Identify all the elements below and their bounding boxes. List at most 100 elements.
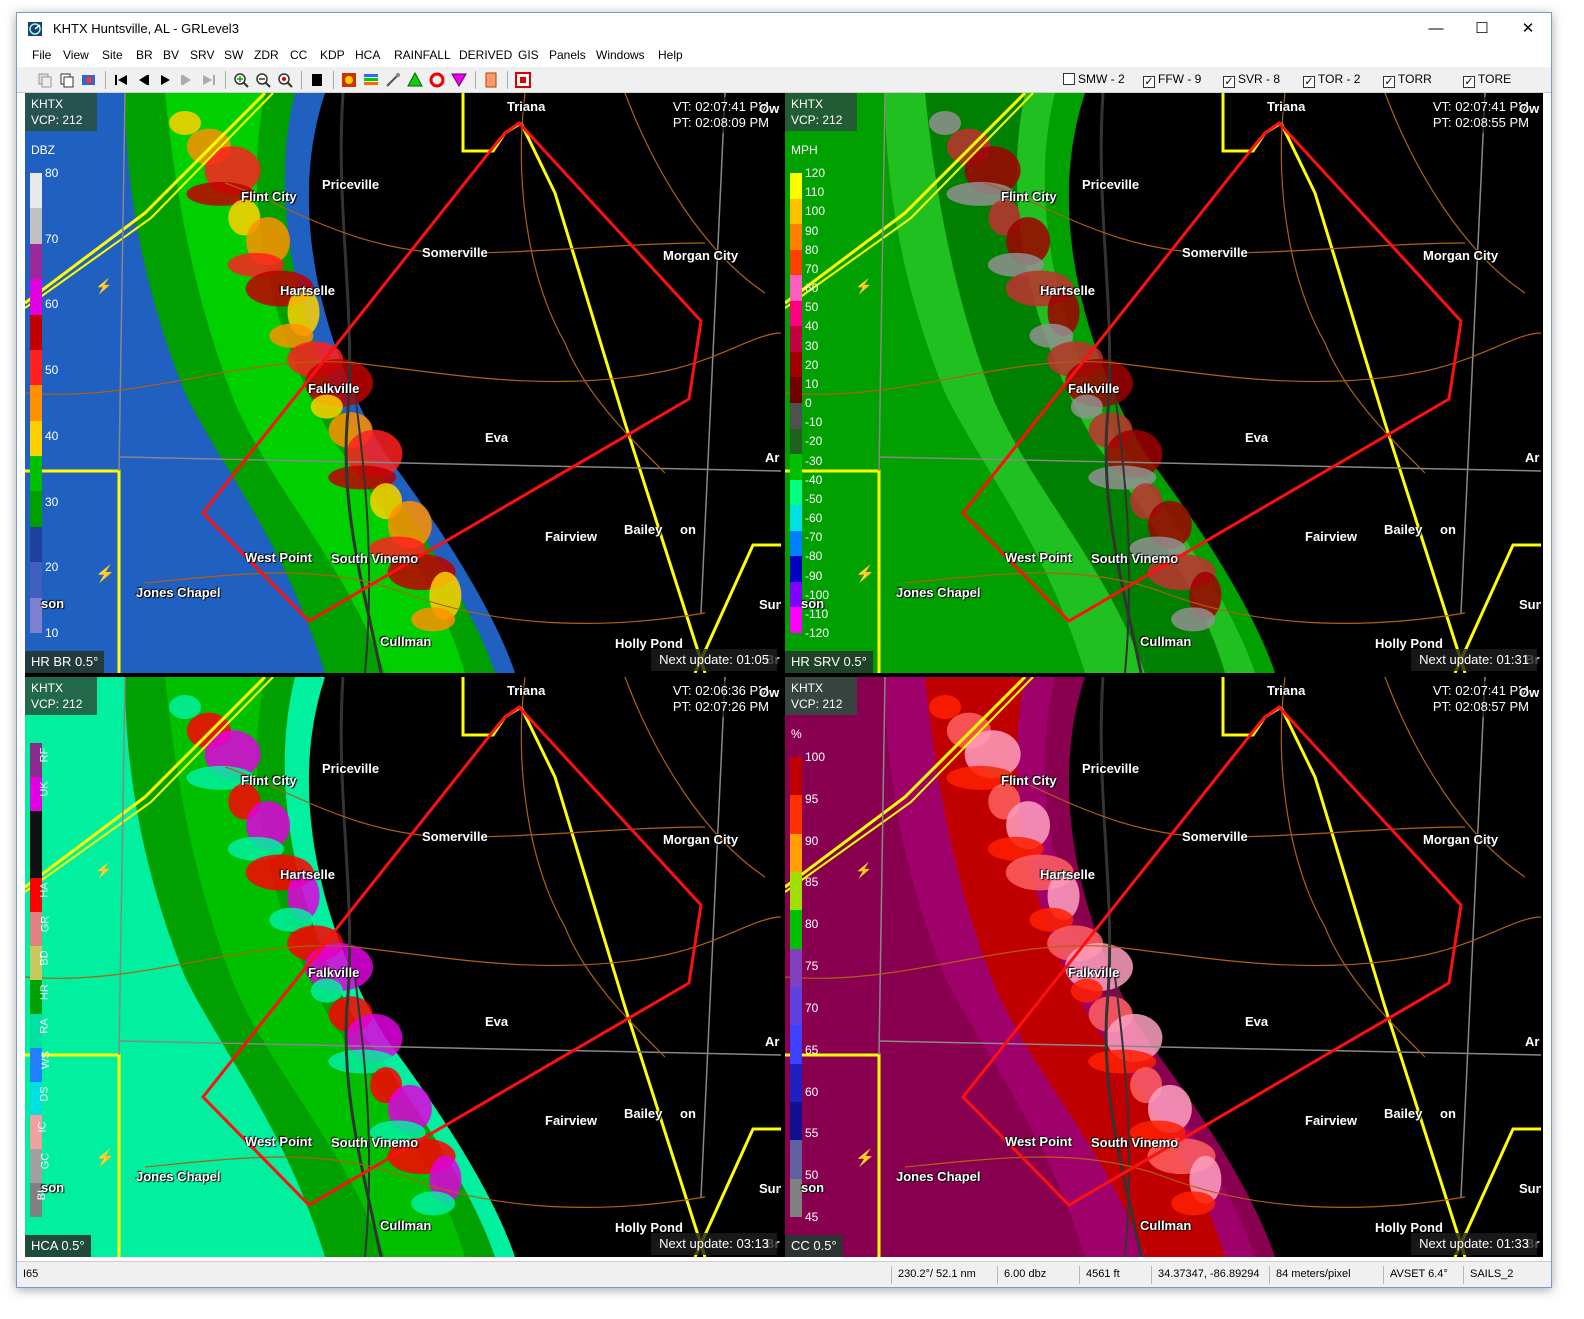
radar-echo-cell (1070, 978, 1103, 1003)
scale-tick-label: 45 (805, 1210, 819, 1224)
smw-toggle[interactable]: SMW - 2 (1063, 72, 1125, 86)
scale-tick-label: RA (38, 1018, 51, 1034)
menu-srv[interactable]: SRV (190, 48, 214, 62)
scale-color-segment (790, 403, 802, 429)
panel-header: KHTX VCP: 212 (25, 677, 97, 715)
color-table-icon[interactable] (363, 72, 379, 88)
city-label: South Vinemo (1091, 1135, 1179, 1150)
city-label: Morgan City (663, 248, 739, 263)
city-label: Hartselle (1040, 283, 1095, 298)
scale-tick-label: UK (38, 781, 51, 797)
product-label: HR BR 0.5° (25, 651, 105, 673)
menu-gis[interactable]: GIS (518, 48, 539, 62)
window-title: KHTX Huntsville, AL - GRLevel3 (53, 21, 239, 36)
process-time: PT: 02:08:57 PM (1432, 699, 1529, 714)
menu-derived[interactable]: DERIVED (459, 48, 512, 62)
city-label: Sun (759, 1181, 781, 1196)
radar-echo-cell (169, 695, 201, 719)
status-resolution: 84 meters/pixel (1269, 1266, 1381, 1284)
zoom-in-icon[interactable] (233, 72, 249, 88)
scale-color-segment (790, 275, 802, 301)
radar-echo-cell (929, 111, 961, 135)
minimize-button[interactable]: — (1413, 13, 1459, 45)
menu-rainfall[interactable]: RAINFALL (394, 48, 451, 62)
menu-bv[interactable]: BV (163, 48, 179, 62)
close-button[interactable]: ✕ (1505, 13, 1551, 45)
stop-icon[interactable] (515, 72, 531, 88)
menu-cc[interactable]: CC (290, 48, 307, 62)
scale-tick-label: 70 (805, 261, 819, 276)
play-icon[interactable] (157, 72, 173, 88)
background-icon[interactable] (309, 72, 325, 88)
city-label: Priceville (1082, 761, 1140, 776)
scale-color-segment (30, 420, 42, 457)
zoom-out-icon[interactable] (255, 72, 271, 88)
city-label: Triana (1267, 683, 1306, 698)
duplicate-icon[interactable] (59, 72, 75, 88)
radar-panels: ⚡ ⚡ KHTX VCP: 212 VT: 02:07:41 PM PT: 02… (25, 93, 1543, 1257)
svr-checkbox[interactable]: ✓ (1223, 76, 1235, 88)
scale-color-segment (790, 224, 802, 250)
svr-toggle[interactable]: ✓ SVR - 8 (1223, 72, 1280, 88)
measure-icon[interactable] (385, 72, 401, 88)
menu-file[interactable]: File (32, 48, 51, 62)
inverted-triangle-icon[interactable] (451, 72, 467, 88)
radar-overlay-icon[interactable] (341, 72, 357, 88)
hydrometeor-panel[interactable]: ⚡ ⚡ KHTX VCP: 212 VT: 02:06:36 PM PT: 02… (25, 677, 781, 1257)
step-forward-icon[interactable] (179, 72, 195, 88)
city-label: Fairview (545, 529, 598, 544)
scale-color-segment (790, 249, 802, 276)
radar-echo-cell (1070, 394, 1103, 419)
torr-checkbox[interactable]: ✓ (1383, 76, 1395, 88)
copy-icon[interactable] (37, 72, 53, 88)
county-line (1279, 122, 1467, 673)
menu-help[interactable]: Help (658, 48, 683, 62)
scale-tick-label: DS (38, 1085, 51, 1102)
zoom-reset-icon[interactable] (277, 72, 293, 88)
scale-tick-label: 75 (805, 959, 819, 974)
tor-checkbox[interactable]: ✓ (1303, 76, 1315, 88)
menu-panels[interactable]: Panels (549, 48, 586, 62)
svr-label: SVR - 8 (1238, 72, 1281, 86)
first-frame-icon[interactable] (113, 72, 129, 88)
velocity-panel[interactable]: ⚡ ⚡ KHTX VCP: 212 VT: 02:07:41 PM PT: 02… (785, 93, 1541, 673)
torr-label: TORR (1398, 72, 1432, 86)
scale-color-segment (790, 910, 802, 949)
maximize-button[interactable]: ☐ (1459, 13, 1505, 45)
city-label: Ow (1519, 685, 1540, 700)
tore-toggle[interactable]: ✓ TORE (1463, 72, 1511, 88)
city-label: Jones Chapel (896, 585, 981, 600)
radar-echo-cell (169, 111, 201, 135)
scale-tick-label: 60 (45, 297, 59, 312)
ffw-toggle[interactable]: ✓ FFW - 9 (1143, 72, 1201, 88)
city-label: Ow (759, 685, 780, 700)
city-label: Bailey (624, 1106, 663, 1121)
menu-sw[interactable]: SW (224, 48, 243, 62)
tore-checkbox[interactable]: ✓ (1463, 76, 1475, 88)
reflectivity-panel[interactable]: ⚡ ⚡ KHTX VCP: 212 VT: 02:07:41 PM PT: 02… (25, 93, 781, 673)
menu-view[interactable]: View (63, 48, 89, 62)
correlation-panel[interactable]: ⚡ ⚡ KHTX VCP: 212 VT: 02:07:41 PM PT: 02… (785, 677, 1541, 1257)
menu-br[interactable]: BR (136, 48, 153, 62)
city-label: Somerville (422, 829, 488, 844)
county-line (519, 122, 707, 673)
torr-toggle[interactable]: ✓ TORR (1383, 72, 1432, 88)
menu-windows[interactable]: Windows (596, 48, 645, 62)
radar-site-icon[interactable] (81, 72, 97, 88)
menu-site[interactable]: Site (102, 48, 123, 62)
step-back-icon[interactable] (135, 72, 151, 88)
menu-kdp[interactable]: KDP (320, 48, 345, 62)
triangle-marker-icon[interactable] (407, 72, 423, 88)
placefile-icon[interactable] (483, 72, 499, 88)
menu-zdr[interactable]: ZDR (254, 48, 279, 62)
menu-hca[interactable]: HCA (355, 48, 380, 62)
smw-checkbox[interactable] (1063, 73, 1075, 85)
last-frame-icon[interactable] (201, 72, 217, 88)
valid-time: VT: 02:07:41 PM (1432, 99, 1529, 114)
scale-tick-label: 40 (45, 428, 59, 443)
tor-toggle[interactable]: ✓ TOR - 2 (1303, 72, 1360, 88)
scale-tick-label: 100 (805, 750, 826, 764)
ffw-checkbox[interactable]: ✓ (1143, 76, 1155, 88)
scale-tick-label: 10 (45, 626, 59, 640)
circle-marker-icon[interactable] (429, 72, 445, 88)
